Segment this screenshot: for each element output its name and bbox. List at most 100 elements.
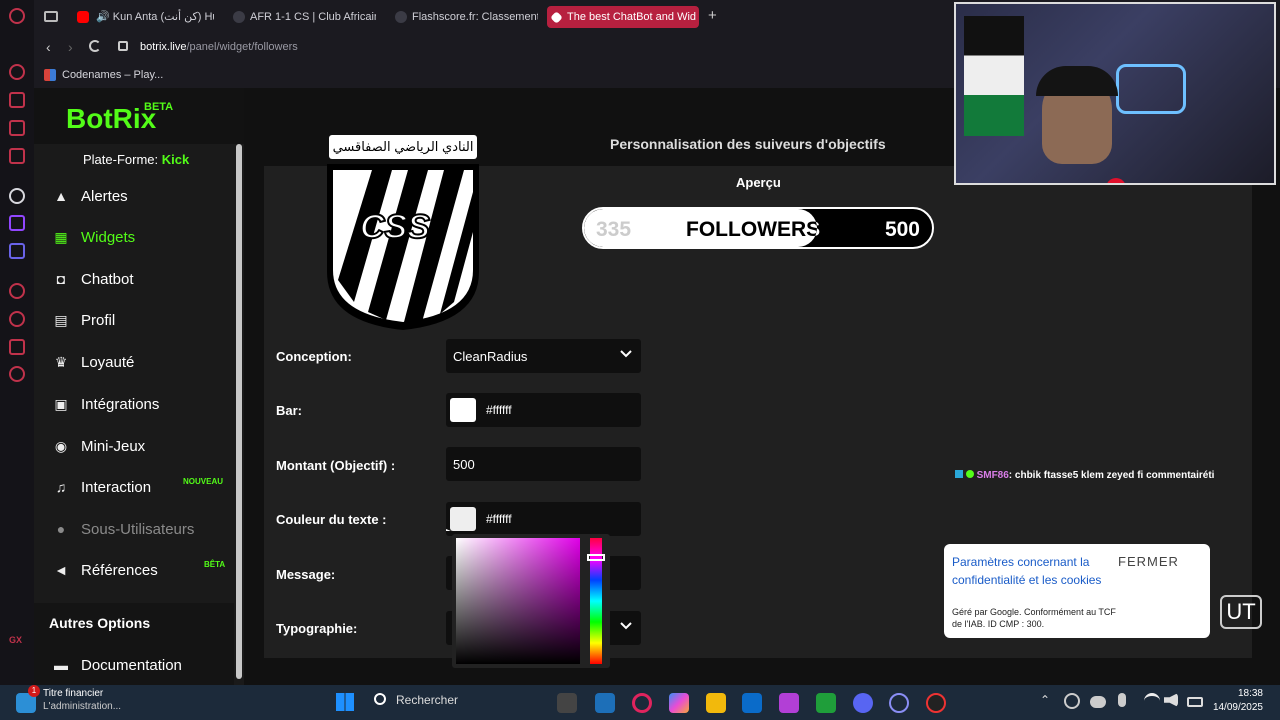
sidebar-item-alertes[interactable]: ▲ Alertes xyxy=(34,177,234,217)
microphone-icon[interactable] xyxy=(1118,693,1126,707)
workspace-icon[interactable] xyxy=(9,92,25,108)
globe-icon xyxy=(233,11,245,23)
hue-handle[interactable] xyxy=(587,554,605,561)
sidebar-scrollbar[interactable] xyxy=(236,144,242,679)
bar-color-swatch[interactable] xyxy=(450,398,476,422)
sidebar-item-label: Alertes xyxy=(81,188,128,205)
chevron-down-icon xyxy=(620,350,632,358)
forward-icon[interactable]: › xyxy=(68,39,73,55)
sidebar-item-documentation[interactable]: ▬ Documentation xyxy=(34,646,234,686)
sidebar-item-interaction[interactable]: ♫ Interaction xyxy=(34,468,234,508)
cookie-close-button[interactable]: FERMER xyxy=(1118,554,1179,569)
windows-start-icon[interactable] xyxy=(336,693,354,711)
sidebar-item-label: Profil xyxy=(81,312,116,329)
xbox-icon[interactable] xyxy=(816,693,836,713)
task-view-icon[interactable] xyxy=(557,693,577,713)
other-options-heading: Autres Options xyxy=(49,615,151,631)
discord-taskbar-icon[interactable] xyxy=(853,693,873,713)
widgets-app-icon[interactable] xyxy=(595,693,615,713)
tab-club-africain[interactable]: AFR 1-1 CS | Club Africain xyxy=(230,6,376,28)
lock-icon xyxy=(118,41,128,51)
webcam-overlay xyxy=(954,2,1276,185)
store-icon[interactable] xyxy=(742,693,762,713)
taskbar-date[interactable]: 14/09/2025 xyxy=(1209,702,1263,713)
bar-color-field[interactable]: #ffffff xyxy=(446,393,641,427)
other-options-panel: Autres Options ▬ Documentation xyxy=(34,603,234,685)
book-icon: ▬ xyxy=(54,657,68,673)
robot-icon: ◘ xyxy=(56,271,66,287)
message-label: Message: xyxy=(276,567,336,582)
preview-label-text: FOLLOWERS xyxy=(686,218,821,241)
history-icon[interactable] xyxy=(9,311,25,327)
new-tab-button[interactable]: + xyxy=(708,7,717,24)
cookie-settings-link[interactable]: Paramètres concernant la confidentialité… xyxy=(952,553,1112,589)
taskbar-search[interactable]: Rechercher xyxy=(396,693,458,707)
settings-icon[interactable] xyxy=(9,366,25,382)
bookmark-codenames[interactable]: Codenames – Play... xyxy=(62,69,163,81)
sidebar-item-widgets[interactable]: ▦ Widgets xyxy=(34,218,234,258)
sidebar-item-mini-jeux[interactable]: ◉ Mini-Jeux xyxy=(34,427,234,467)
font-label: Typographie: xyxy=(276,621,358,636)
mail-icon[interactable] xyxy=(9,148,25,164)
wifi-icon[interactable] xyxy=(1144,693,1160,707)
brand-logo[interactable]: BotRix xyxy=(66,103,156,135)
obs-icon[interactable] xyxy=(926,693,946,713)
photos-icon[interactable] xyxy=(779,693,799,713)
sidebar-item-profil[interactable]: ▤ Profil xyxy=(34,301,234,341)
battery-icon[interactable] xyxy=(1187,697,1203,707)
opera-gx-taskbar-icon[interactable] xyxy=(889,693,909,713)
opera-taskbar-icon[interactable] xyxy=(632,693,652,713)
tab-flashscore[interactable]: Flashscore.fr: Classement xyxy=(392,6,538,28)
design-select[interactable]: CleanRadius xyxy=(446,339,641,373)
twitch-icon[interactable] xyxy=(9,215,25,231)
tab-youtube[interactable]: 🔊 Kun Anta (كن أنت) Hum xyxy=(74,6,214,28)
plug-icon: ▣ xyxy=(54,396,68,412)
search-icon xyxy=(374,693,386,705)
discord-icon[interactable] xyxy=(9,243,25,259)
tray-chevron-icon[interactable]: ⌃ xyxy=(1040,693,1050,707)
news-title[interactable]: Titre financier xyxy=(43,688,103,699)
sync-icon[interactable] xyxy=(1064,693,1080,709)
taskbar-time[interactable]: 18:38 xyxy=(1211,688,1263,699)
text-color-field[interactable]: #ffffff xyxy=(446,502,641,536)
extensions-icon[interactable] xyxy=(9,339,25,355)
sidebar-app-icon[interactable] xyxy=(9,188,25,204)
gx-icon[interactable]: GX xyxy=(9,632,25,648)
color-picker-saturation[interactable] xyxy=(456,538,580,664)
opera-logo-icon[interactable] xyxy=(9,8,25,24)
cookie-footer: Géré par Google. Conformément au TCF de … xyxy=(952,607,1116,629)
preview-label: Aperçu xyxy=(736,175,781,190)
sidebar-item-integrations[interactable]: ▣ Intégrations xyxy=(34,385,234,425)
sidebar-item-references[interactable]: ◄ Références xyxy=(34,551,234,591)
sidebar-item-label: Loyauté xyxy=(81,354,135,371)
player-icon[interactable] xyxy=(9,120,25,136)
file-explorer-icon[interactable] xyxy=(706,693,726,713)
text-color-label: Couleur du texte : xyxy=(276,512,387,527)
back-icon[interactable]: ‹ xyxy=(46,39,51,55)
tab-botrix[interactable]: The best ChatBot and Wid xyxy=(547,6,699,28)
crest-banner: النادي الرياضي الصفاقسي xyxy=(329,135,477,159)
url-field[interactable]: botrix.live/panel/widget/followers xyxy=(140,41,298,53)
chat-username: SMF86 xyxy=(976,470,1009,481)
youtube-icon xyxy=(77,11,89,23)
sidebar-item-label: Interaction xyxy=(81,479,152,496)
reload-icon[interactable] xyxy=(89,40,101,52)
sidebar-item-chatbot[interactable]: ◘ Chatbot xyxy=(34,260,234,300)
headphones-icon xyxy=(1036,66,1118,96)
sidebar-item-loyaute[interactable]: ♛ Loyauté xyxy=(34,343,234,383)
sidebar-item-sous-utilisateurs[interactable]: ● Sous-Utilisateurs xyxy=(34,510,234,550)
flag-icon xyxy=(964,16,1024,136)
onedrive-icon[interactable] xyxy=(1090,696,1106,708)
platform-label: Plate-Forme: xyxy=(83,152,159,167)
text-color-swatch[interactable] xyxy=(450,507,476,531)
goal-input[interactable]: 500 xyxy=(446,447,641,481)
brand-badge: BETA xyxy=(144,101,174,113)
volume-icon[interactable] xyxy=(1164,693,1178,707)
grid-icon: ▦ xyxy=(54,229,68,245)
news-subtitle: L'administration... xyxy=(43,701,122,712)
trophy-icon: ♛ xyxy=(54,354,68,370)
play-icon[interactable] xyxy=(9,283,25,299)
copilot-icon[interactable] xyxy=(669,693,689,713)
aria-icon[interactable] xyxy=(9,64,25,80)
tab-overview-icon[interactable] xyxy=(44,11,58,22)
